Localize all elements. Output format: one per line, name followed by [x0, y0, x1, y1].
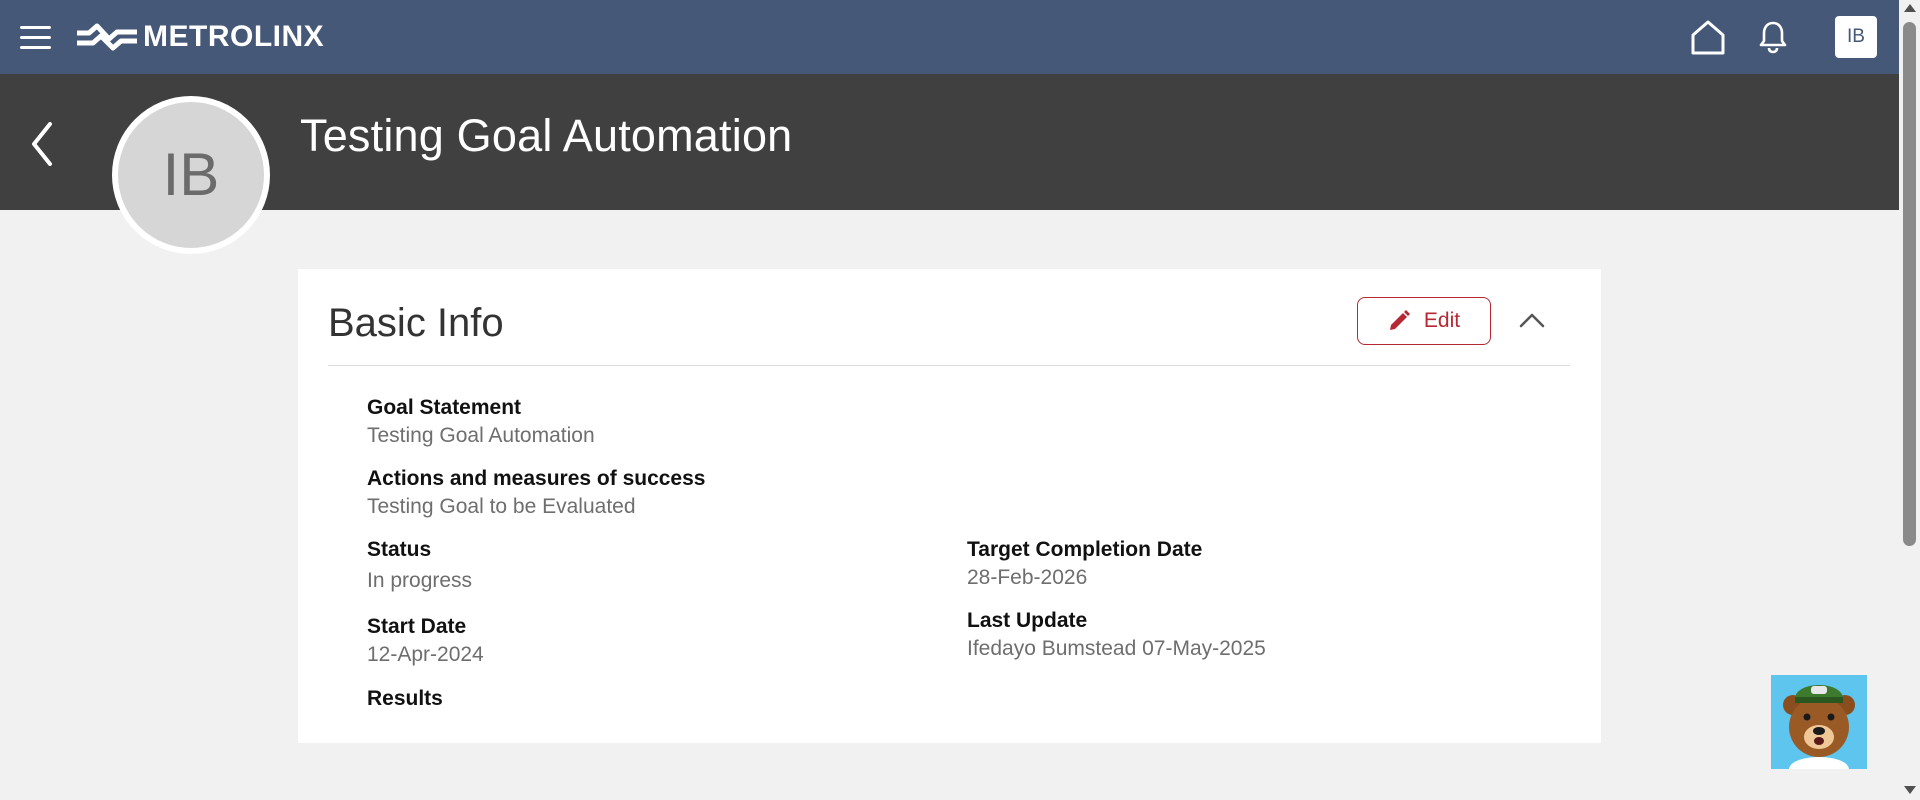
- field-value: Testing Goal Automation: [367, 424, 595, 447]
- field-label: Start Date: [367, 615, 467, 638]
- avatar: IB: [112, 96, 270, 254]
- scrollbar-thumb[interactable]: [1903, 22, 1916, 546]
- scroll-up-arrow-icon[interactable]: [1904, 4, 1916, 12]
- results-field: Results: [367, 686, 443, 714]
- field-value: 12-Apr-2024: [367, 643, 484, 666]
- page-title: Testing Goal Automation: [300, 110, 793, 161]
- metrolinx-logo-mark-icon: [77, 23, 137, 51]
- home-icon[interactable]: [1690, 18, 1726, 56]
- field-label: Target Completion Date: [967, 538, 1203, 561]
- edit-button-label: Edit: [1423, 309, 1461, 332]
- field-label: Results: [367, 687, 443, 710]
- vertical-scrollbar[interactable]: [1899, 0, 1920, 800]
- basic-info-card: Basic Info Edit Goal Statement Testing G…: [298, 269, 1601, 743]
- section-divider: [328, 365, 1570, 366]
- field-label: Last Update: [967, 609, 1088, 632]
- chevron-up-icon[interactable]: [1516, 305, 1548, 335]
- bell-icon[interactable]: [1758, 20, 1788, 54]
- top-navigation-bar: METROLINX IB: [0, 0, 1899, 74]
- logo-text: METROLINX: [143, 20, 325, 53]
- pencil-icon: [1389, 310, 1410, 330]
- goal-header: Testing Goal Automation: [0, 74, 1899, 210]
- field-value: In progress: [367, 569, 473, 592]
- field-value: Testing Goal to be Evaluated: [367, 495, 636, 518]
- bear-mascot-icon[interactable]: [1771, 675, 1867, 769]
- metrolinx-logo[interactable]: METROLINX: [75, 19, 324, 55]
- user-avatar-button[interactable]: IB: [1835, 16, 1877, 58]
- field-label: Goal Statement: [367, 396, 522, 419]
- field-label: Actions and measures of success: [367, 467, 706, 490]
- target-completion-field: Target Completion Date 28-Feb-2026: [967, 537, 1202, 591]
- field-value: Ifedayo Bumstead 07-May-2025: [967, 637, 1266, 660]
- hamburger-menu-icon[interactable]: [20, 26, 51, 50]
- start-date-field: Start Date 12-Apr-2024: [367, 614, 484, 668]
- edit-button[interactable]: Edit: [1357, 297, 1491, 345]
- back-chevron-icon[interactable]: [26, 116, 58, 172]
- status-field: Status In progress: [367, 537, 472, 594]
- last-update-field: Last Update Ifedayo Bumstead 07-May-2025: [967, 608, 1266, 662]
- scroll-down-arrow-icon[interactable]: [1904, 786, 1916, 794]
- section-title: Basic Info: [328, 301, 504, 345]
- actions-field: Actions and measures of success Testing …: [367, 466, 705, 520]
- goal-statement-field: Goal Statement Testing Goal Automation: [367, 395, 595, 449]
- field-value: 28-Feb-2026: [967, 566, 1088, 589]
- field-label: Status: [367, 538, 432, 561]
